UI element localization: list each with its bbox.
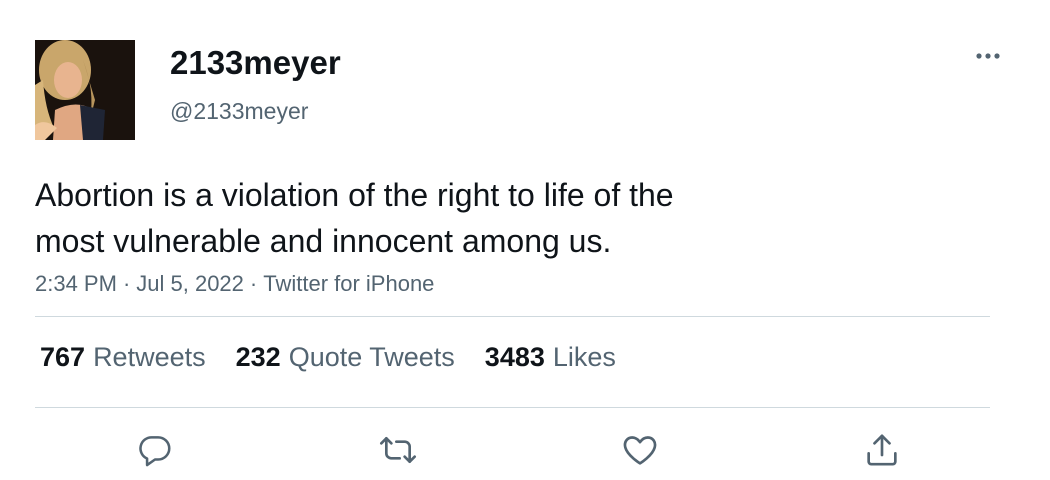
- quote-tweets-count: 232: [235, 342, 281, 372]
- avatar[interactable]: [35, 40, 135, 140]
- divider: [35, 407, 990, 408]
- reply-icon: [139, 436, 171, 467]
- likes-label: Likes: [552, 342, 616, 372]
- retweets-stat[interactable]: 767 Retweets: [40, 342, 206, 373]
- tweet-card: 2133meyer @2133meyer Abortion is a viola…: [0, 0, 1050, 480]
- quote-tweets-label: Quote Tweets: [288, 342, 455, 372]
- tweet-source[interactable]: Twitter for iPhone: [263, 271, 434, 296]
- engagement-stats: 767 Retweets 232 Quote Tweets 3483 Likes: [40, 342, 616, 373]
- heart-icon: [623, 436, 657, 465]
- like-button[interactable]: [620, 430, 660, 470]
- meta-separator: ·: [249, 271, 258, 296]
- retweets-label: Retweets: [93, 342, 206, 372]
- tweet-text-line: most vulnerable and innocent among us.: [35, 223, 612, 259]
- tweet-text: Abortion is a violation of the right to …: [35, 172, 795, 264]
- divider: [35, 316, 990, 317]
- tweet-text-line: Abortion is a violation of the right to …: [35, 177, 674, 213]
- tweet-time[interactable]: 2:34 PM: [35, 271, 117, 296]
- retweet-icon: [380, 437, 416, 463]
- retweets-count: 767: [40, 342, 86, 372]
- likes-count: 3483: [484, 342, 545, 372]
- reply-button[interactable]: [135, 430, 175, 470]
- avatar-photo: [35, 40, 135, 140]
- more-dots-icon: [976, 53, 1000, 59]
- quote-tweets-stat[interactable]: 232 Quote Tweets: [236, 342, 455, 373]
- share-icon: [867, 434, 897, 466]
- tweet-date[interactable]: Jul 5, 2022: [136, 271, 244, 296]
- more-options-button[interactable]: [968, 44, 1008, 68]
- meta-separator: ·: [122, 271, 131, 296]
- user-handle[interactable]: @2133meyer: [170, 98, 308, 125]
- likes-stat[interactable]: 3483 Likes: [485, 342, 616, 373]
- share-button[interactable]: [862, 430, 902, 470]
- retweet-button[interactable]: [378, 430, 418, 470]
- tweet-metadata: 2:34 PM · Jul 5, 2022 · Twitter for iPhone: [35, 271, 434, 297]
- display-name[interactable]: 2133meyer: [170, 44, 341, 82]
